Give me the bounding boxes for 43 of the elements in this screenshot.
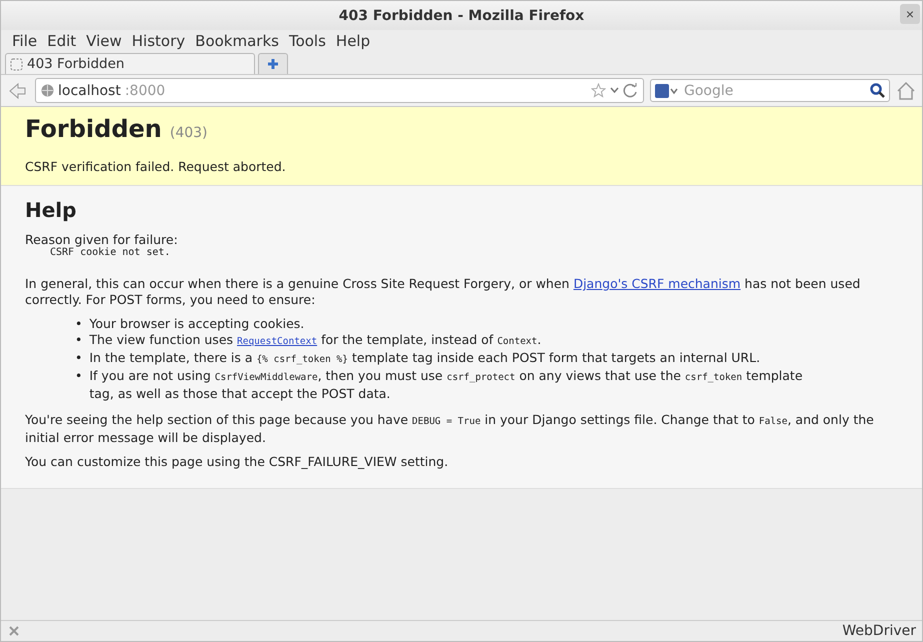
menu-item[interactable]: View <box>81 32 127 50</box>
list-item: In the template, there is a {% csrf_token %} template tag inside each POST form that targets an internal URL. <box>89 350 760 367</box>
plus-icon <box>267 58 279 70</box>
close-icon[interactable] <box>9 626 19 636</box>
debug-paragraph: You're seeing the help section of this page because you have DEBUG = True in your Django settings file. Change that to False, and only the initial error message will be displayed. <box>25 412 875 446</box>
url-field[interactable]: localhost :8000 <box>35 78 644 103</box>
list-item: If you are not using CsrfViewMiddleware, then you must use csrf_protect on any views that use the csrf_token template tag, as well as those that accept the POST data. <box>89 368 804 402</box>
page-title: Forbidden <box>25 115 162 143</box>
menu-item[interactable]: Bookmarks <box>190 32 284 50</box>
help-heading: Help <box>25 198 78 222</box>
status-text: WebDriver <box>842 623 916 639</box>
menu-item[interactable]: Help <box>330 32 376 50</box>
bullet: • <box>75 316 82 332</box>
menu-item[interactable]: File <box>7 32 42 50</box>
list-item: The view function uses RequestContext for the template, instead of Context. <box>89 332 542 349</box>
close-button[interactable]: × <box>900 4 920 24</box>
page-icon <box>10 58 23 70</box>
dropdown-icon[interactable] <box>610 86 619 95</box>
menu-item[interactable]: Edit <box>42 32 82 50</box>
reason-label: Reason given for failure: <box>25 232 179 247</box>
link[interactable]: RequestContext <box>237 336 318 347</box>
globe-icon <box>41 84 54 97</box>
reload-icon[interactable] <box>623 83 638 98</box>
browser-tab[interactable]: 403 Forbidden <box>5 53 255 74</box>
summary-text: CSRF verification failed. Request aborted. <box>25 159 287 175</box>
new-tab-button[interactable] <box>258 53 288 74</box>
star-icon[interactable] <box>591 83 606 98</box>
status-code: (403) <box>170 125 208 141</box>
home-icon[interactable] <box>896 80 916 100</box>
bullet: • <box>75 350 82 367</box>
menu-item[interactable]: Tools <box>284 32 331 50</box>
window-title: 403 Forbidden - Mozilla Firefox <box>338 8 584 24</box>
search-engine-icon <box>655 82 679 98</box>
reason-text: CSRF cookie not set. <box>49 247 172 258</box>
list-item: Your browser is accepting cookies. <box>89 316 304 332</box>
link[interactable]: Django's CSRF mechanism <box>573 276 741 291</box>
menu-item[interactable]: History <box>126 32 190 50</box>
search-icon[interactable] <box>870 83 885 98</box>
customize-text: You can customize this page using the CSRF_FAILURE_VIEW setting. <box>25 454 450 470</box>
bullet: • <box>75 368 82 385</box>
intro-paragraph: In general, this can occur when there is a genuine Cross Site Request Forgery, or when Django's CSRF mechanism has not been used correctly. For POST forms, you need to ensure: <box>25 276 862 308</box>
bullet: • <box>75 332 82 349</box>
search-field[interactable]: Google <box>650 79 890 102</box>
